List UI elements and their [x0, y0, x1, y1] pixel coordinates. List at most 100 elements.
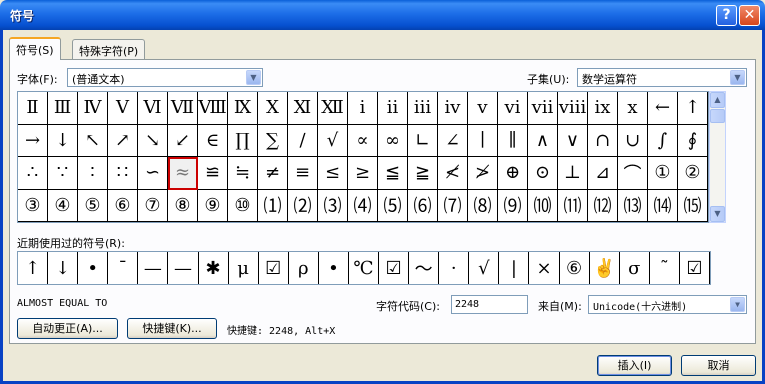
symbol-cell[interactable]: ⊿ [588, 157, 618, 190]
symbol-cell[interactable]: ∏ [228, 124, 258, 157]
symbol-cell[interactable]: ⅱ [378, 92, 408, 125]
font-select[interactable]: (普通文本) ▼ [67, 68, 263, 87]
symbol-cell[interactable]: ∟ [408, 124, 438, 157]
symbol-cell[interactable]: ∝ [348, 124, 378, 157]
recent-symbol-cell[interactable]: μ [229, 252, 259, 284]
shortcut-key-button[interactable]: 快捷键(K)... [127, 318, 217, 339]
symbol-cell[interactable]: ∧ [528, 124, 558, 157]
symbol-cell[interactable]: ∨ [558, 124, 588, 157]
chevron-down-icon[interactable]: ▼ [730, 297, 745, 312]
recent-symbol-cell[interactable]: ↑ [18, 252, 49, 284]
symbol-cell[interactable]: ⑶ [318, 189, 348, 222]
recent-symbol-cell[interactable]: ☑ [680, 252, 710, 284]
symbol-cell[interactable]: Ⅵ [138, 92, 168, 125]
autocorrect-button[interactable]: 自动更正(A)... [17, 318, 118, 339]
symbol-cell[interactable]: ∷ [108, 157, 138, 190]
symbol-cell[interactable]: ∠ [438, 124, 468, 157]
symbol-cell[interactable]: ⑿ [588, 189, 618, 222]
recent-symbol-cell[interactable]: ρ [289, 252, 319, 284]
help-icon[interactable]: ? [716, 5, 737, 26]
recent-symbol-cell[interactable]: ～ [409, 252, 440, 284]
symbol-cell[interactable]: ≤ [318, 157, 348, 190]
symbol-cell[interactable]: √ [318, 124, 348, 157]
chevron-down-icon[interactable]: ▼ [730, 70, 745, 85]
symbol-cell[interactable]: ∫ [648, 124, 678, 157]
symbol-cell[interactable]: ② [678, 157, 708, 190]
recent-symbol-cell[interactable]: — [138, 252, 169, 284]
symbol-cell[interactable]: ≦ [378, 157, 408, 190]
char-code-input[interactable]: 2248 [451, 295, 528, 314]
recent-symbol-cell[interactable]: ˜ [650, 252, 680, 284]
symbol-cell[interactable]: → [18, 124, 48, 157]
symbol-cell[interactable]: ⑻ [468, 189, 498, 222]
scroll-down-icon[interactable]: ▼ [710, 206, 725, 222]
symbol-cell[interactable]: ∈ [198, 124, 228, 157]
symbol-cell[interactable]: ⅳ [438, 92, 468, 125]
symbol-cell[interactable]: Ⅷ [198, 92, 228, 125]
chevron-down-icon[interactable]: ▼ [246, 70, 261, 85]
symbol-cell[interactable]: ⑥ [108, 189, 138, 222]
symbol-cell[interactable]: ⒂ [678, 189, 708, 222]
symbol-cell[interactable]: Ⅱ [18, 92, 48, 125]
symbol-cell[interactable]: ⑺ [438, 189, 468, 222]
symbol-cell[interactable]: ∪ [618, 124, 648, 157]
symbol-cell[interactable]: ∽ [138, 157, 168, 190]
symbol-cell[interactable]: ⑼ [498, 189, 528, 222]
symbol-cell[interactable]: ⑤ [78, 189, 108, 222]
tab-special-characters[interactable]: 特殊字符(P) [72, 39, 146, 59]
symbol-cell[interactable]: ≌ [198, 157, 228, 190]
subset-select[interactable]: 数学运算符 ▼ [577, 68, 747, 87]
symbol-cell[interactable]: ⑽ [528, 189, 558, 222]
symbol-cell[interactable]: ∕ [288, 124, 318, 157]
symbol-cell[interactable]: Ⅳ [78, 92, 108, 125]
symbol-cell[interactable]: ⒀ [618, 189, 648, 222]
symbol-cell[interactable]: ③ [18, 189, 48, 222]
recent-symbol-cell[interactable]: ✱ [199, 252, 229, 284]
cancel-button[interactable]: 取消 [681, 355, 756, 376]
symbol-cell[interactable]: ∵ [48, 157, 78, 190]
recent-symbol-cell[interactable]: ☑ [379, 252, 410, 284]
symbol-cell[interactable]: ① [648, 157, 678, 190]
symbol-cell[interactable]: ↓ [48, 124, 78, 157]
symbol-cell[interactable]: ⑨ [198, 189, 228, 222]
symbol-cell[interactable]: ⅴ [468, 92, 498, 125]
symbol-cell[interactable]: ⅸ [588, 92, 618, 125]
symbol-cell[interactable]: ⑵ [288, 189, 318, 222]
symbol-cell[interactable]: Ⅶ [168, 92, 198, 125]
symbol-cell[interactable]: ∑ [258, 124, 288, 157]
symbol-cell[interactable]: Ⅹ [258, 92, 288, 125]
scrollbar-thumb[interactable] [710, 109, 725, 123]
recent-symbol-cell[interactable]: · [439, 252, 470, 284]
symbol-cell[interactable]: Ⅸ [228, 92, 258, 125]
recent-symbol-cell[interactable]: σ [620, 252, 650, 284]
recent-symbol-cell[interactable]: ✌ [590, 252, 620, 284]
symbol-cell[interactable]: ⑷ [348, 189, 378, 222]
symbol-cell[interactable]: ↑ [678, 92, 708, 125]
symbol-cell[interactable]: ↗ [108, 124, 138, 157]
symbol-cell[interactable]: ⅲ [408, 92, 438, 125]
symbol-cell[interactable]: ⊕ [498, 157, 528, 190]
symbol-cell[interactable]: ⑸ [378, 189, 408, 222]
insert-button[interactable]: 插入(I) [597, 355, 672, 376]
recent-symbol-cell[interactable]: | [499, 252, 530, 284]
symbol-cell[interactable]: ≡ [288, 157, 318, 190]
from-select[interactable]: Unicode(十六进制) ▼ [588, 295, 747, 314]
symbol-cell[interactable]: ∴ [18, 157, 48, 190]
symbol-cell[interactable]: ∣ [468, 124, 498, 157]
tab-symbols[interactable]: 符号(S) [9, 37, 61, 60]
symbol-cell[interactable]: Ⅺ [288, 92, 318, 125]
symbol-cell[interactable]: ≧ [408, 157, 438, 190]
symbol-cell[interactable]: Ⅲ [48, 92, 78, 125]
symbol-cell[interactable]: ⅶ [528, 92, 558, 125]
recent-symbol-cell[interactable]: • [319, 252, 349, 284]
symbol-cell[interactable]: ↘ [138, 124, 168, 157]
recent-symbol-cell[interactable]: ↓ [48, 252, 79, 284]
symbol-cell[interactable]: Ⅻ [318, 92, 348, 125]
symbol-cell[interactable]: ⅹ [618, 92, 648, 125]
close-icon[interactable]: ✕ [739, 5, 760, 26]
symbol-cell[interactable]: Ⅴ [108, 92, 138, 125]
symbol-cell[interactable]: ≯ [468, 157, 498, 190]
recent-symbol-cell[interactable]: √ [469, 252, 500, 284]
symbol-cell[interactable]: ⒁ [648, 189, 678, 222]
symbol-cell[interactable]: ⑹ [408, 189, 438, 222]
